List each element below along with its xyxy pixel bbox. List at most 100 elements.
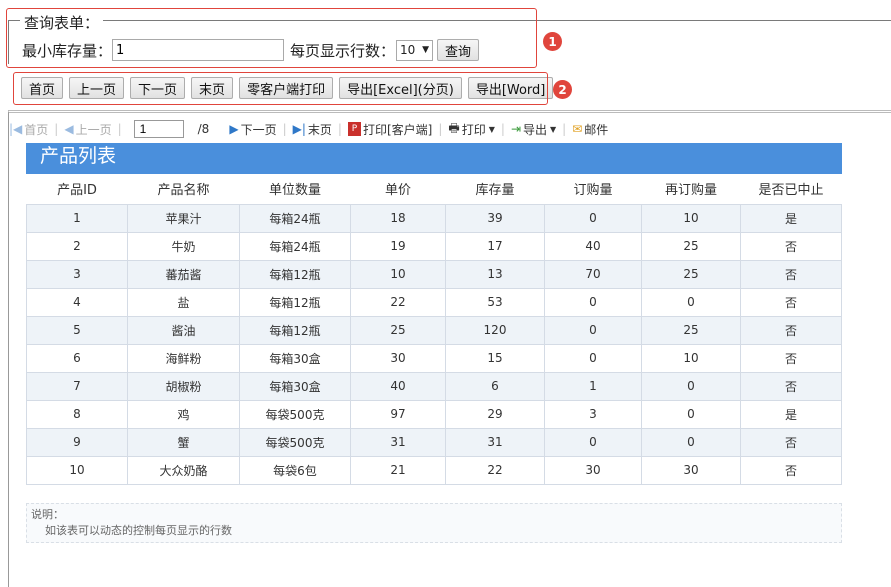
table-cell: 25 bbox=[641, 231, 741, 261]
table-cell: 3 bbox=[544, 399, 642, 429]
table-cell: 0 bbox=[544, 343, 642, 373]
table-cell: 大众奶酪 bbox=[127, 455, 240, 485]
column-header: 单位数量 bbox=[268, 183, 321, 199]
table-cell: 是 bbox=[740, 399, 842, 429]
table-cell: 每箱24瓶 bbox=[239, 231, 351, 261]
toolbar-separator: | bbox=[54, 122, 59, 136]
table-cell: 25 bbox=[641, 315, 741, 345]
table-cell: 40 bbox=[350, 371, 446, 401]
table-cell: 0 bbox=[641, 371, 741, 401]
last-page-icon: ▶| bbox=[292, 122, 306, 136]
toolbar-print-label: 打印 bbox=[461, 122, 486, 137]
table-cell: 13 bbox=[445, 259, 545, 289]
page-number-input[interactable] bbox=[133, 120, 184, 138]
table-cell: 否 bbox=[740, 455, 842, 485]
table-cell: 10 bbox=[641, 203, 741, 233]
table-cell: 每袋500克 bbox=[239, 427, 351, 457]
table-cell: 30 bbox=[544, 455, 642, 485]
toolbar-mail-label: 邮件 bbox=[584, 122, 609, 137]
table-cell: 22 bbox=[350, 287, 446, 317]
table-cell: 21 bbox=[350, 455, 446, 485]
table-cell: 15 bbox=[445, 343, 545, 373]
column-header: 库存量 bbox=[475, 183, 515, 199]
toolbar-print-client-button[interactable]: P 打印[客户端] bbox=[347, 121, 432, 138]
table-cell: 30 bbox=[350, 343, 446, 373]
column-header: 再订购量 bbox=[664, 183, 717, 199]
table-cell: 17 bbox=[445, 231, 545, 261]
table-cell: 10 bbox=[350, 259, 446, 289]
table-row: 2 牛奶 每箱24瓶 19 17 40 25 否 bbox=[26, 231, 842, 261]
table-cell: 牛奶 bbox=[127, 231, 240, 261]
toolbar-print-button[interactable]: 🖶 打印 ▼ bbox=[448, 119, 495, 140]
page-total: /8 bbox=[197, 122, 210, 136]
table-cell: 每箱12瓶 bbox=[239, 287, 351, 317]
table-cell: 22 bbox=[445, 455, 545, 485]
table-cell: 29 bbox=[445, 399, 545, 429]
table-cell: 每箱12瓶 bbox=[239, 259, 351, 289]
table-cell: 19 bbox=[350, 231, 446, 261]
report-title: 产品列表 bbox=[26, 143, 842, 174]
table-cell: 8 bbox=[26, 399, 128, 429]
table-cell: 6 bbox=[445, 371, 545, 401]
table-cell: 3 bbox=[26, 259, 128, 289]
table-cell: 否 bbox=[740, 259, 842, 289]
table-cell: 每箱30盒 bbox=[239, 371, 351, 401]
table-cell: 0 bbox=[544, 427, 642, 457]
table-cell: 2 bbox=[26, 231, 128, 261]
column-header: 产品ID bbox=[57, 183, 97, 199]
column-header: 订购量 bbox=[573, 183, 613, 199]
table-cell: 否 bbox=[740, 427, 842, 457]
table-cell: 53 bbox=[445, 287, 545, 317]
toolbar-prev-button[interactable]: ◀ 上一页 bbox=[64, 121, 111, 138]
table-row: 8 鸡每袋500克 97 29 3 0 是 bbox=[26, 399, 842, 429]
toolbar-mail-button[interactable]: ✉ 邮件 bbox=[572, 121, 608, 138]
table-cell: 70 bbox=[544, 259, 642, 289]
toolbar-next-button[interactable]: ▶ 下一页 bbox=[229, 121, 276, 138]
table-cell: 39 bbox=[445, 203, 545, 233]
table-cell: 鸡 bbox=[127, 399, 240, 429]
table-cell: 否 bbox=[740, 315, 842, 345]
table-body: 1 苹果汁 每箱24瓶 18 39 0 10 是 2 牛奶 每箱24瓶 19 17 40 25 否 3 蕃茄酱 每箱… bbox=[26, 203, 842, 485]
table-row: 4 盐每箱12瓶 22 53 0 0 否 bbox=[26, 287, 842, 317]
toolbar-export-label: 导出 bbox=[523, 122, 548, 137]
table-cell: 30 bbox=[641, 455, 741, 485]
prev-page-icon: ◀ bbox=[64, 122, 74, 136]
table-cell: 酱油 bbox=[127, 315, 240, 345]
note-text: 如该表可以动态的控制每页显示的行数 bbox=[45, 523, 232, 537]
table-row: 3 蕃茄酱 每箱12瓶 10 13 70 25 否 bbox=[26, 259, 842, 289]
table-cell: 每箱24瓶 bbox=[239, 203, 351, 233]
table-row: 5 酱油 每箱12瓶 25 120 0 25 否 bbox=[26, 315, 842, 345]
table-cell: 31 bbox=[350, 427, 446, 457]
table-cell: 0 bbox=[641, 399, 741, 429]
table-cell: 0 bbox=[544, 203, 642, 233]
table-cell: 31 bbox=[445, 427, 545, 457]
toolbar-export-button[interactable]: ⇥ 导出 ▼ bbox=[511, 121, 556, 138]
table-row: 6 海鲜粉 每箱30盒 30 15 0 10 否 bbox=[26, 343, 842, 373]
table-row: 1 苹果汁 每箱24瓶 18 39 0 10 是 bbox=[26, 203, 842, 233]
table-cell: 海鲜粉 bbox=[127, 343, 240, 373]
column-header: 是否已中止 bbox=[758, 183, 824, 199]
table-cell: 否 bbox=[740, 371, 842, 401]
table-cell: 胡椒粉 bbox=[127, 371, 240, 401]
table-cell: 每袋500克 bbox=[239, 399, 351, 429]
badge-1: 1 bbox=[543, 32, 562, 51]
viewer-toolbar: |◀ 首页 | ◀ 上一页 | /8 ▶ 下一页 | ▶| 末页 | P 打印[… bbox=[9, 117, 614, 141]
toolbar-separator: | bbox=[562, 122, 567, 136]
toolbar-first-button[interactable]: |◀ 首页 bbox=[9, 121, 48, 138]
toolbar-last-label: 末页 bbox=[307, 122, 332, 137]
table-cell: 4 bbox=[26, 287, 128, 317]
table-cell: 5 bbox=[26, 315, 128, 345]
table-cell: 每箱30盒 bbox=[239, 343, 351, 373]
table-cell: 1 bbox=[26, 203, 128, 233]
table-cell: 120 bbox=[445, 315, 545, 345]
table-cell: 每袋6包 bbox=[239, 455, 351, 485]
table-cell: 7 bbox=[26, 371, 128, 401]
table-cell: 0 bbox=[641, 427, 741, 457]
table-cell: 否 bbox=[740, 343, 842, 373]
toolbar-last-button[interactable]: ▶| 末页 bbox=[293, 121, 332, 138]
table-cell: 18 bbox=[350, 203, 446, 233]
table-cell: 0 bbox=[544, 315, 642, 345]
table-cell: 25 bbox=[350, 315, 446, 345]
report-page: 产品列表 产品ID 产品名称 单位数量 单价 库存量 订购量 再订购量 是否已中… bbox=[26, 143, 842, 543]
next-page-icon: ▶ bbox=[229, 122, 239, 136]
